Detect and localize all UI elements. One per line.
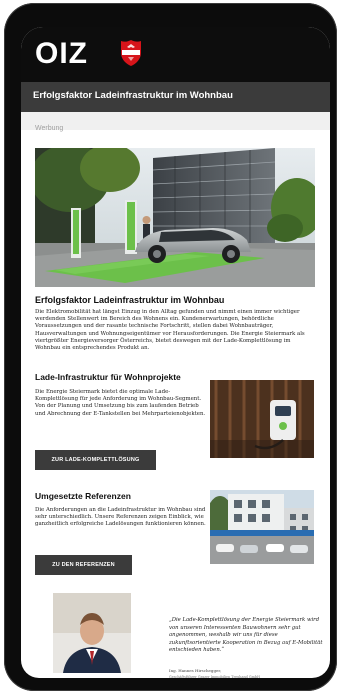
divider-bar xyxy=(21,112,330,130)
lade-komplettloesung-button[interactable]: ZUR LADE-KOMPLETTLÖSUNG xyxy=(35,450,156,470)
section1-title: Lade-Infrastruktur für Wohnprojekte xyxy=(35,372,181,382)
testimonial-name: Ing. Hannes Hirschegger, xyxy=(169,668,222,673)
phone-screen: OIZ Erfolgsfaktor Ladeinfrastruktur im W… xyxy=(21,27,330,678)
section2-title: Umgesetzte Referenzen xyxy=(35,491,131,501)
wallbox-image xyxy=(210,380,314,458)
page-title-bar: Erfolgsfaktor Ladeinfrastruktur im Wohnb… xyxy=(21,82,330,112)
page-title: Erfolgsfaktor Ladeinfrastruktur im Wohnb… xyxy=(33,90,233,101)
testimonial-portrait-image xyxy=(53,593,131,673)
section2-text: Die Anforderungen an die Ladeinfrastrukt… xyxy=(35,507,206,528)
reference-building-image xyxy=(210,490,314,564)
referenzen-button[interactable]: ZU DEN REFERENZEN xyxy=(35,555,132,575)
phone-frame: OIZ Erfolgsfaktor Ladeinfrastruktur im W… xyxy=(4,3,337,691)
article-headline: Erfolgsfaktor Ladeinfrastruktur im Wohnb… xyxy=(35,295,225,305)
article-intro: Die Elektromobilität hat längst Einzug i… xyxy=(35,309,305,352)
ad-label: Werbung xyxy=(35,125,64,132)
testimonial-role: Geschäftsführer Grazer Immobilien Treuha… xyxy=(169,675,260,678)
section1-text: Die Energie Steiermark bietet die optima… xyxy=(35,389,206,417)
site-header: OIZ xyxy=(21,27,330,82)
hero-image-ev-charging xyxy=(35,148,315,287)
austrian-eagle-shield-icon xyxy=(121,40,141,66)
site-logo[interactable]: OIZ xyxy=(35,37,88,71)
testimonial-quote: „Die Lade-Komplettlösung der Energie Ste… xyxy=(169,617,323,654)
